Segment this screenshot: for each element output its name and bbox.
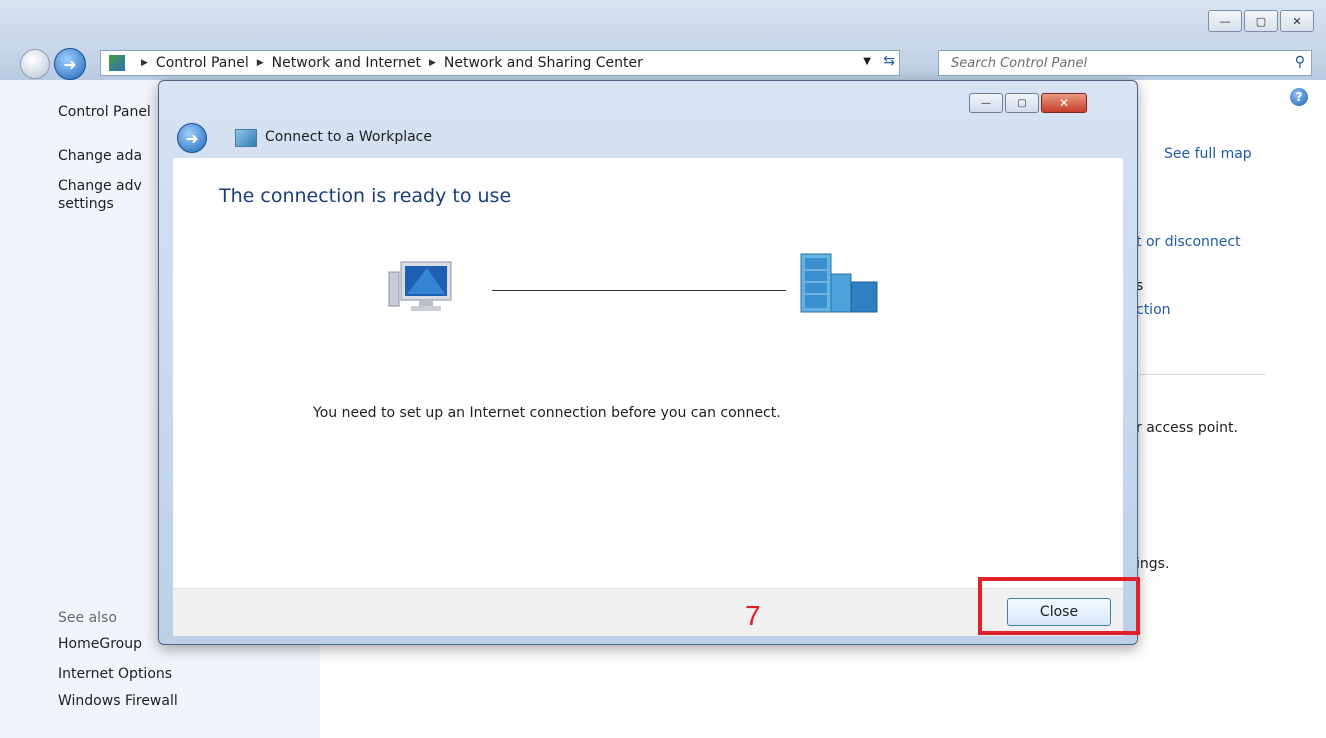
see-also-internet-options[interactable]: Internet Options (58, 666, 172, 682)
close-window-button[interactable]: ✕ (1280, 10, 1314, 32)
back-arrow-icon: ➜ (185, 128, 199, 148)
see-also-heading: See also (58, 610, 117, 626)
highlight-box (978, 577, 1140, 635)
breadcrumb-network-internet[interactable]: Network and Internet (272, 55, 421, 71)
breadcrumb-separator-icon: ▶ (428, 58, 436, 68)
settings-text: ings. (1136, 556, 1170, 572)
left-link-change-advanced[interactable]: Change adv (58, 178, 142, 194)
forward-button[interactable]: ➜ (54, 48, 86, 80)
connect-disconnect-link[interactable]: t or disconnect (1136, 234, 1241, 250)
divider (1140, 374, 1266, 375)
help-icon[interactable]: ? (1290, 88, 1308, 106)
dialog-back-button[interactable]: ➜ (177, 123, 207, 153)
server-icon (800, 253, 878, 313)
computer-icon (388, 261, 452, 311)
refresh-icon[interactable]: ⇆ (883, 53, 895, 69)
breadcrumb-separator-icon: ▶ (141, 58, 148, 68)
left-link-control-panel[interactable]: Control Panel (58, 104, 151, 120)
dialog-maximize-button[interactable]: ▢ (1005, 93, 1039, 113)
access-point-text: r access point. (1136, 420, 1238, 436)
dialog-minimize-button[interactable]: — (969, 93, 1003, 113)
address-dropdown-icon[interactable]: ▼ (863, 56, 871, 67)
search-icon[interactable]: ⚲ (1295, 54, 1305, 70)
workplace-icon (235, 129, 257, 147)
left-link-settings[interactable]: settings (58, 196, 114, 212)
dialog-title: Connect to a Workplace (265, 129, 432, 145)
step-number-annotation: 7 (745, 600, 761, 631)
maximize-button[interactable]: ▢ (1244, 10, 1278, 32)
forward-arrow-icon: ➜ (63, 54, 77, 74)
see-also-homegroup[interactable]: HomeGroup (58, 636, 142, 652)
search-input[interactable]: Search Control Panel ⚲ (938, 50, 1312, 76)
see-full-map-link[interactable]: See full map (1164, 146, 1252, 162)
address-bar[interactable]: ▶ Control Panel ▶ Network and Internet ▶… (100, 50, 900, 76)
connection-line (492, 290, 786, 291)
explorer-titlebar (0, 0, 1326, 46)
back-button[interactable] (20, 49, 50, 79)
breadcrumb-network-sharing-center[interactable]: Network and Sharing Center (444, 55, 643, 71)
partial-link[interactable]: ction (1136, 302, 1171, 318)
screen: — ▢ ✕ ➜ ▶ Control Panel ▶ Network and In… (0, 0, 1326, 738)
see-also-windows-firewall[interactable]: Windows Firewall (58, 693, 178, 709)
connect-workplace-dialog: — ▢ ✕ ➜ Connect to a Workplace The conne… (158, 80, 1138, 645)
control-panel-icon (109, 55, 125, 71)
dialog-body (173, 158, 1123, 588)
breadcrumb-control-panel[interactable]: Control Panel (156, 55, 249, 71)
dialog-close-x-button[interactable]: ✕ (1041, 93, 1087, 113)
dialog-window-buttons: — ▢ ✕ (969, 93, 1087, 113)
explorer-window-buttons: — ▢ ✕ (1208, 10, 1314, 32)
dialog-heading: The connection is ready to use (219, 185, 512, 207)
dialog-message: You need to set up an Internet connectio… (313, 405, 781, 421)
left-link-change-adapter[interactable]: Change ada (58, 148, 142, 164)
breadcrumb-separator-icon: ▶ (256, 58, 264, 68)
search-placeholder: Search Control Panel (951, 55, 1088, 71)
minimize-button[interactable]: — (1208, 10, 1242, 32)
